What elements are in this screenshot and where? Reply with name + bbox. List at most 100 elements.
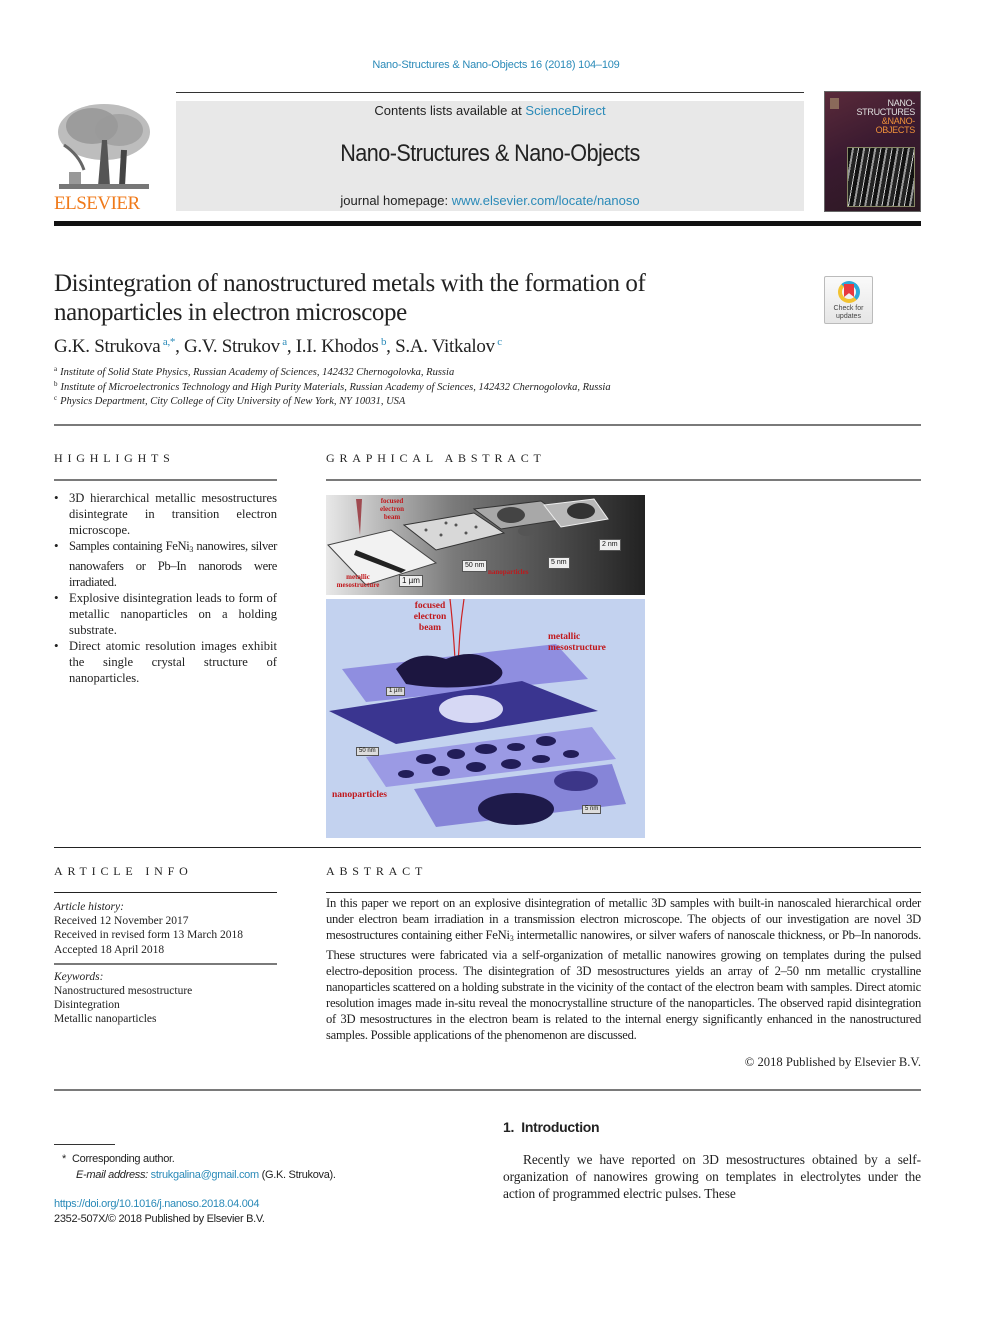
history-received: Received 12 November 2017 <box>54 915 189 928</box>
highlight-item: Explosive disintegration leads to form o… <box>54 590 277 638</box>
scale-bar-1um: 1 µm <box>399 575 423 587</box>
highlights-heading: HIGHLIGHTS <box>54 451 175 465</box>
affiliation-text: Institute of Microelectronics Technology… <box>60 382 611 393</box>
ga-label-focused-beam: focused electron beam <box>380 497 404 521</box>
title-line-2: nanoparticles in electron microscope <box>54 299 407 326</box>
ga-label-metallic-mesostructure: metallic mesostructure <box>548 632 606 653</box>
issn-copyright: 2352-507X/© 2018 Published by Elsevier B… <box>54 1213 265 1225</box>
ga-label-focused-beam: focused electron beam <box>413 601 447 633</box>
graphical-abstract-bottom-image[interactable]: focused electron beam metallic mesostruc… <box>326 599 645 838</box>
cover-elsevier-badge <box>830 98 839 109</box>
doi-link[interactable]: https://doi.org/10.1016/j.nanoso.2018.04… <box>54 1198 259 1210</box>
ga-label-metallic-mesostructure: metallic mesostructure <box>336 573 380 589</box>
keyword: Disintegration <box>54 999 120 1012</box>
abstract-body: In this paper we report on an explosive … <box>326 895 921 1043</box>
introduction-heading: 1. Introduction <box>503 1119 600 1135</box>
highlight-text: 3D hierarchical metallic mesostructures … <box>69 491 277 537</box>
tree-icon <box>54 100 154 192</box>
journal-homepage-link[interactable]: www.elsevier.com/locate/nanoso <box>452 193 640 208</box>
affiliation-text: Institute of Solid State Physics, Russia… <box>60 367 455 378</box>
running-head[interactable]: Nano-Structures & Nano-Objects 16 (2018)… <box>0 59 992 71</box>
email-label: E-mail address: <box>76 1169 151 1181</box>
author-name[interactable]: S.A. Vitkalov <box>395 336 495 357</box>
affiliation-key: b <box>54 380 58 388</box>
abstract-heading: ABSTRACT <box>326 864 428 878</box>
homepage-line: journal homepage: www.elsevier.com/locat… <box>176 193 804 208</box>
contents-line: Contents lists available at ScienceDirec… <box>176 103 804 118</box>
abstract-rule <box>326 892 921 893</box>
check-for-updates-button[interactable]: Check for updates <box>824 276 873 324</box>
keyword: Metallic nanoparticles <box>54 1013 157 1026</box>
check-updates-label: Check for updates <box>825 305 872 320</box>
corresponding-author-label: Corresponding author. <box>71 1153 175 1165</box>
cover-title: NANO- STRUCTURES &NANO- OBJECTS <box>856 99 915 135</box>
history-accepted: Accepted 18 April 2018 <box>54 943 165 956</box>
ga-label-nanoparticles: nanoparticles <box>488 568 529 576</box>
author-affiliation-link[interactable]: c <box>497 336 502 348</box>
affiliation-b: b Institute of Microelectronics Technolog… <box>54 380 834 393</box>
scale-bar-5nm: 5 nm <box>582 805 602 814</box>
email-suffix: (G.K. Strukova). <box>258 1169 336 1181</box>
section-divider <box>54 847 921 848</box>
scale-bar-5nm: 5 nm <box>548 557 570 569</box>
footnote-marker: * <box>62 1153 66 1165</box>
abstract-copyright: © 2018 Published by Elsevier B.V. <box>744 1055 921 1069</box>
graphical-abstract-rule <box>326 479 921 481</box>
history-label: Article history: <box>54 901 124 913</box>
highlight-text: Explosive disintegration leads to form o… <box>69 591 277 637</box>
scale-bar-50nm: 50 nm <box>462 560 488 572</box>
sciencedirect-link[interactable]: ScienceDirect <box>525 103 605 118</box>
article-info-heading: ARTICLE INFO <box>54 864 193 878</box>
author-list: G.K. Strukova a,*, G.V. Strukov a, I.I. … <box>54 336 814 358</box>
highlight-item: Samples containing FeNi3 nanowires, silv… <box>54 538 277 590</box>
section-divider <box>54 1089 921 1091</box>
journal-cover[interactable]: NANO- STRUCTURES &NANO- OBJECTS <box>824 91 921 212</box>
footnote-rule <box>54 1144 115 1145</box>
scale-bar-50nm: 50 nm <box>356 747 379 756</box>
check-updates-line: Check for <box>833 305 864 312</box>
keyword: Nanostructured mesostructure <box>54 985 193 998</box>
check-updates-line: updates <box>836 312 861 320</box>
author-email-link[interactable]: strukgalina@gmail.com <box>151 1169 259 1181</box>
author-separator: , <box>386 336 396 357</box>
cover-image <box>847 147 915 207</box>
elsevier-wordmark: ELSEVIER <box>54 193 140 214</box>
author-name[interactable]: G.V. Strukov <box>184 336 280 357</box>
affiliation-key: a <box>54 365 58 373</box>
masthead-thick-rule <box>54 221 921 226</box>
affiliation-a: a Institute of Solid State Physics, Russi… <box>54 365 834 378</box>
history-revised: Received in revised form 13 March 2018 <box>54 929 244 942</box>
article-title: Disintegration of nanostructured metals … <box>54 269 814 327</box>
scale-bar-2nm: 2 nm <box>599 539 621 551</box>
affiliation-key: c <box>54 394 58 402</box>
highlights-list: 3D hierarchical metallic mesostructures … <box>54 490 277 686</box>
author-name[interactable]: G.K. Strukova <box>54 336 161 357</box>
graphical-abstract-top-image[interactable]: focused electron beam metallic mesostruc… <box>326 495 645 595</box>
keywords-rule <box>54 962 277 965</box>
journal-name: Nano-Structures & Nano-Objects <box>340 140 640 167</box>
homepage-prefix: journal homepage: <box>340 193 452 208</box>
keywords-label: Keywords: <box>54 970 104 983</box>
affiliation-text: Physics Department, City College of City… <box>60 396 406 407</box>
highlight-item: Direct atomic resolution images exhibit … <box>54 638 277 686</box>
contents-prefix: Contents lists available at <box>374 103 526 118</box>
footnote: * Corresponding author. E-mail address: s… <box>62 1151 462 1183</box>
article-info-rule <box>54 892 277 893</box>
author-separator: , <box>175 336 184 357</box>
highlights-rule <box>54 479 277 481</box>
author-name[interactable]: I.I. Khodos <box>296 336 379 357</box>
section-divider <box>54 424 921 426</box>
affiliation-c: c Physics Department, City College of Cit… <box>54 394 834 407</box>
title-line-1: Disintegration of nanostructured metals … <box>54 270 646 297</box>
introduction-body: Recently we have reported on 3D mesostru… <box>503 1152 921 1201</box>
masthead-top-rule <box>176 92 804 93</box>
highlight-item: 3D hierarchical metallic mesostructures … <box>54 490 277 538</box>
scale-bar-1um: 1 µm <box>386 687 406 696</box>
abstract-text: intermetallic nanowires, or silver wafer… <box>326 928 921 1042</box>
cover-title-line: OBJECTS <box>875 125 916 135</box>
ga-label-nanoparticles: nanoparticles <box>332 790 387 800</box>
author-separator: , <box>286 336 296 357</box>
highlight-text: Samples containing FeNi <box>69 539 190 553</box>
graphical-abstract-heading: GRAPHICAL ABSTRACT <box>326 451 546 465</box>
author-affiliation-link[interactable]: a,* <box>163 336 176 348</box>
